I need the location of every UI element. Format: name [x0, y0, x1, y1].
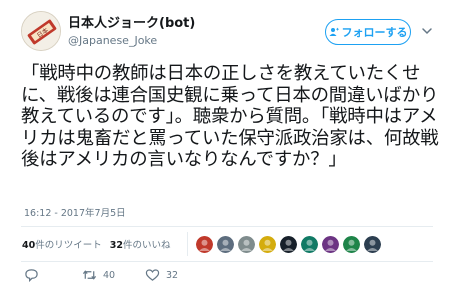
retweet-icon [82, 270, 97, 280]
person-avatar-icon [301, 236, 318, 253]
person-avatar-icon [259, 236, 276, 253]
like-stat-label: 件のいいね [122, 240, 171, 251]
follow-button-label: フォローする [341, 26, 408, 39]
liker-avatar[interactable] [217, 236, 234, 253]
liker-avatar[interactable] [343, 236, 360, 253]
reply-icon [25, 269, 38, 282]
liker-avatar[interactable] [259, 236, 276, 253]
tweet-text: 「戦時中の教師は日本の正しさを教えていたくせに、戦後は連合国史観に乗って日本の間… [21, 63, 439, 170]
tweet-header: 日本 日本人ジョーク(bot) @Japanese_Joke フォローする [0, 0, 450, 62]
person-avatar-icon [280, 236, 297, 253]
display-name[interactable]: 日本人ジョーク(bot) [68, 12, 195, 31]
avatar[interactable]: 日本 [21, 11, 61, 51]
tweet-timestamp[interactable]: 16:12 - 2017年7月5日 [24, 205, 126, 219]
liker-avatar[interactable] [364, 236, 381, 253]
person-avatar-icon [196, 236, 213, 253]
tweet-actions: 40 32 [0, 268, 450, 288]
person-avatar-icon [364, 236, 381, 253]
divider [21, 261, 433, 262]
divider [21, 226, 433, 227]
person-avatar-icon [343, 236, 360, 253]
like-count: 32 [166, 269, 179, 281]
chevron-down-icon[interactable] [421, 25, 433, 37]
person-avatar-icon [322, 236, 339, 253]
person-avatar-icon [238, 236, 255, 253]
liker-avatars [196, 236, 381, 253]
like-stat-count: 32 [109, 240, 123, 251]
liker-avatar[interactable] [280, 236, 297, 253]
stats-separator [187, 232, 188, 256]
tweet-stats: 40件のリツイート 32件のいいね [22, 234, 171, 254]
liker-avatar[interactable] [238, 236, 255, 253]
liker-avatar[interactable] [322, 236, 339, 253]
user-handle[interactable]: @Japanese_Joke [68, 34, 195, 47]
person-avatar-icon [217, 236, 234, 253]
liker-avatar[interactable] [196, 236, 213, 253]
retweet-stat[interactable]: 40件のリツイート [22, 237, 102, 251]
add-user-icon [329, 27, 339, 36]
retweet-button[interactable]: 40 [82, 268, 115, 282]
follow-button[interactable]: フォローする [325, 19, 411, 45]
avatar-image-icon: 日本 [22, 12, 60, 50]
reply-button[interactable] [24, 268, 45, 282]
heart-icon [145, 269, 160, 281]
user-names: 日本人ジョーク(bot) @Japanese_Joke [68, 12, 195, 47]
like-stat[interactable]: 32件のいいね [110, 237, 171, 251]
retweet-count: 40 [103, 269, 116, 281]
like-button[interactable]: 32 [145, 268, 178, 282]
retweet-stat-label: 件のリツイート [35, 240, 102, 251]
liker-avatar[interactable] [301, 236, 318, 253]
retweet-stat-count: 40 [22, 240, 36, 251]
